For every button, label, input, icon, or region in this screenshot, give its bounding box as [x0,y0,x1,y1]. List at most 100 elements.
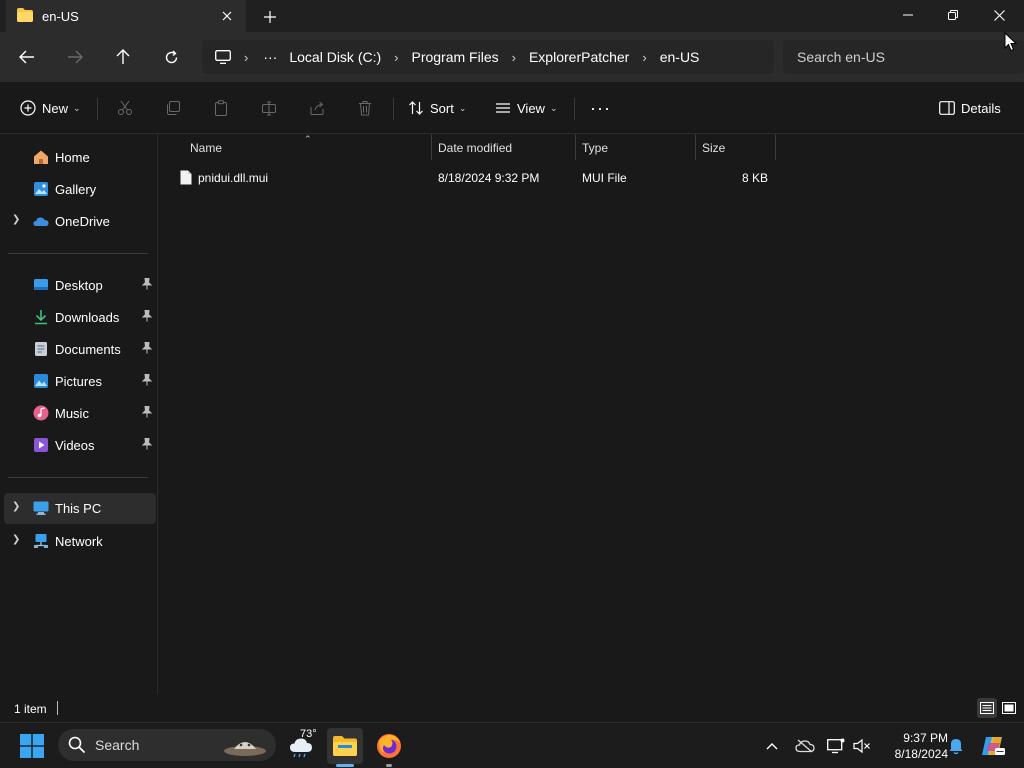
tab-en-us[interactable]: en-US [6,0,246,32]
back-button[interactable] [13,44,41,70]
sidebar-item-onedrive[interactable]: ❯ OneDrive [4,206,156,236]
minimize-button[interactable] [885,0,931,30]
view-button[interactable]: View ⌄ [495,96,558,120]
taskbar-firefox[interactable] [371,728,407,764]
details-view-button[interactable] [977,698,997,718]
search-input[interactable]: Search en-US [783,40,1024,74]
delete-button[interactable] [357,96,373,120]
large-icons-view-button[interactable] [999,698,1019,718]
share-icon [310,101,324,115]
sort-ascending-icon: ⌃ [304,134,312,144]
share-button[interactable] [309,96,325,120]
copy-button[interactable] [165,96,181,120]
onedrive-tray-button[interactable] [793,734,817,758]
show-hidden-icons-button[interactable] [760,734,784,758]
sidebar-item-documents[interactable]: Documents [4,334,156,364]
taskbar: Search 73° 9:37 PM 8/18/2024 [0,722,1024,768]
clock[interactable]: 9:37 PM 8/18/2024 [876,730,948,762]
sidebar-item-this-pc[interactable]: ❯ This PC [4,493,156,524]
monitor-tray-icon [827,738,845,754]
table-row[interactable]: pnidui.dll.mui 8/18/2024 9:32 PM MUI Fil… [173,165,773,191]
active-app-indicator [336,764,354,767]
sidebar-item-network[interactable]: ❯ Network [4,526,156,556]
sidebar-label-gallery: Gallery [55,181,97,197]
column-divider[interactable] [575,134,576,160]
chevron-down-icon: ⌄ [549,102,558,113]
sidebar-label-downloads: Downloads [55,309,120,325]
breadcrumb-explorerpatcher[interactable]: ExplorerPatcher [529,49,629,65]
restore-button[interactable] [930,0,976,30]
chevron-right-icon[interactable]: ❯ [12,214,20,225]
pin-icon [142,310,152,322]
firefox-icon [377,734,401,758]
sidebar-item-gallery[interactable]: Gallery [4,174,156,204]
cut-button[interactable] [117,96,133,120]
column-header-date-modified[interactable]: Date modified [438,134,512,161]
close-tab-icon[interactable] [218,7,236,25]
column-divider[interactable] [431,134,432,160]
chevron-up-icon [766,743,778,750]
up-button[interactable] [109,44,137,70]
sidebar-item-home[interactable]: Home [4,142,156,172]
column-divider[interactable] [775,134,776,160]
chevron-right-icon[interactable]: › [642,50,646,65]
monitor-icon[interactable] [215,50,231,64]
sidebar-item-music[interactable]: Music [4,398,156,428]
chevron-right-icon[interactable]: ❯ [12,501,20,512]
new-tab-button[interactable] [259,6,281,28]
taskbar-search[interactable]: Search [58,729,276,761]
breadcrumb-overflow[interactable]: ··· [263,49,277,65]
sidebar-item-desktop[interactable]: Desktop [4,270,156,300]
more-options-button[interactable]: ··· [590,96,611,120]
pin-icon [142,406,152,418]
breadcrumb-program-files[interactable]: Program Files [411,49,498,65]
refresh-button[interactable] [157,44,185,70]
close-window-button[interactable] [976,0,1022,30]
breadcrumb-local-disk[interactable]: Local Disk (C:) [289,49,381,65]
volume-tray-button[interactable] [850,734,874,758]
videos-icon [34,438,48,452]
chevron-right-icon[interactable]: › [244,50,248,65]
column-header-name[interactable]: Name [190,134,222,161]
gallery-icon [34,182,48,196]
trash-icon [359,101,371,116]
file-date-modified: 8/18/2024 9:32 PM [438,171,540,185]
scissors-icon [118,100,132,115]
sidebar-item-pictures[interactable]: Pictures [4,366,156,396]
column-header-size[interactable]: Size [702,134,725,161]
navigation-bar: › ··· Local Disk (C:) › Program Files › … [0,32,1024,82]
new-button[interactable]: New ⌄ [20,96,81,120]
taskbar-file-explorer[interactable] [327,728,363,764]
status-divider [57,701,58,715]
column-header-type[interactable]: Type [582,134,608,161]
sidebar-label-network: Network [55,533,103,549]
paste-button[interactable] [213,96,229,120]
address-bar[interactable]: › ··· Local Disk (C:) › Program Files › … [202,40,774,74]
chevron-right-icon[interactable]: › [394,50,398,65]
sidebar-label-desktop: Desktop [55,277,103,293]
chevron-down-icon: ⌄ [458,102,467,113]
rename-button[interactable] [261,96,277,120]
documents-icon [35,342,47,356]
sidebar-item-downloads[interactable]: Downloads [4,302,156,332]
display-tray-button[interactable] [824,734,848,758]
copilot-button[interactable] [979,734,1007,758]
column-divider[interactable] [695,134,696,160]
file-name: pnidui.dll.mui [198,171,269,185]
search-highlight-icon [224,742,266,756]
chevron-right-icon[interactable]: ❯ [12,534,20,545]
windows-logo-icon [20,734,44,758]
breadcrumb-en-us[interactable]: en-US [660,49,700,65]
sidebar-item-videos[interactable]: Videos [4,430,156,460]
chevron-right-icon[interactable]: › [512,50,516,65]
start-button[interactable] [14,728,50,764]
desktop-icon [34,279,48,290]
sort-button[interactable]: Sort ⌄ [408,96,466,120]
view-label: View [517,100,545,116]
notifications-button[interactable] [944,734,968,758]
new-label: New [42,100,69,116]
sidebar-label-documents: Documents [55,341,121,357]
pin-icon [142,278,152,290]
details-button[interactable]: Details [939,96,1001,120]
forward-button[interactable] [61,44,89,70]
